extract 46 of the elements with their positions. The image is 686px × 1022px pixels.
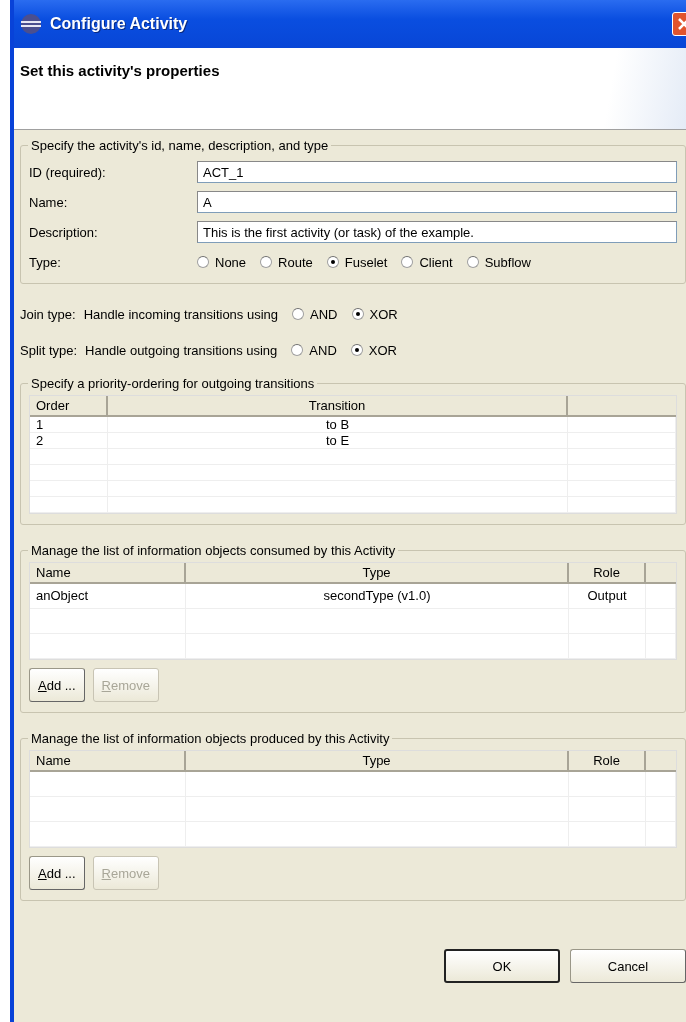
radio-option[interactable]: AND	[291, 342, 337, 358]
globe-icon	[20, 13, 42, 35]
table-cell: 1	[30, 417, 108, 432]
column-header[interactable]: Type	[186, 563, 569, 584]
group-legend: Specify a priority-ordering for outgoing transitions	[28, 376, 318, 391]
field-label: Type:	[29, 254, 62, 270]
table-cell: 2	[30, 433, 108, 448]
radio-option[interactable]: Subflow	[466, 254, 531, 270]
option-prompt: Handle incoming transitions using	[83, 306, 279, 322]
add-button[interactable]: Add ...	[29, 856, 85, 890]
group-legend: Specify the activity's id, name, description, and type	[28, 138, 332, 153]
column-header[interactable]: Transition	[108, 396, 568, 417]
text-field[interactable]: A	[197, 191, 677, 213]
ok-button[interactable]: OK	[444, 949, 560, 983]
radio-option[interactable]: Client	[401, 254, 453, 270]
table-cell: Output	[569, 584, 646, 608]
radio-option[interactable]: AND	[292, 306, 338, 322]
field-label: Description:	[29, 224, 99, 240]
table-cell: anObject	[30, 584, 186, 608]
column-header[interactable]: Order	[30, 396, 108, 417]
table-cell: to B	[108, 417, 568, 432]
cancel-button[interactable]: Cancel	[570, 949, 686, 983]
table-cell: to E	[108, 433, 568, 448]
column-header[interactable]: Name	[30, 751, 186, 772]
option-label: Join type:	[20, 306, 76, 322]
radio-option[interactable]: Fuselet	[326, 254, 388, 270]
field-label: Name:	[29, 194, 69, 210]
window-title: Configure Activity	[50, 15, 188, 33]
option-label: Split type:	[20, 342, 78, 358]
add-button[interactable]: Add ...	[29, 668, 85, 702]
radio-option[interactable]: XOR	[351, 306, 398, 322]
column-header[interactable]: Role	[569, 563, 646, 584]
column-header[interactable]: Name	[30, 563, 186, 584]
text-field[interactable]: ACT_1	[197, 161, 677, 183]
table-cell: secondType (v1.0)	[186, 584, 569, 608]
column-header[interactable]: Type	[186, 751, 569, 772]
group-legend: Manage the list of information objects produced by this Activity	[28, 731, 393, 746]
text-field[interactable]: This is the first activity (or task) of the example.	[197, 221, 677, 243]
radio-option[interactable]: Route	[260, 254, 313, 270]
group-legend: Manage the list of information objects consumed by this Activity	[28, 543, 399, 558]
radio-option[interactable]: None	[197, 254, 247, 270]
field-label: ID (required):	[29, 164, 107, 180]
page-heading: Set this activity's properties	[20, 62, 220, 79]
column-header[interactable]: Role	[569, 751, 646, 772]
option-prompt: Handle outgoing transitions using	[85, 342, 278, 358]
radio-option[interactable]: XOR	[350, 342, 397, 358]
